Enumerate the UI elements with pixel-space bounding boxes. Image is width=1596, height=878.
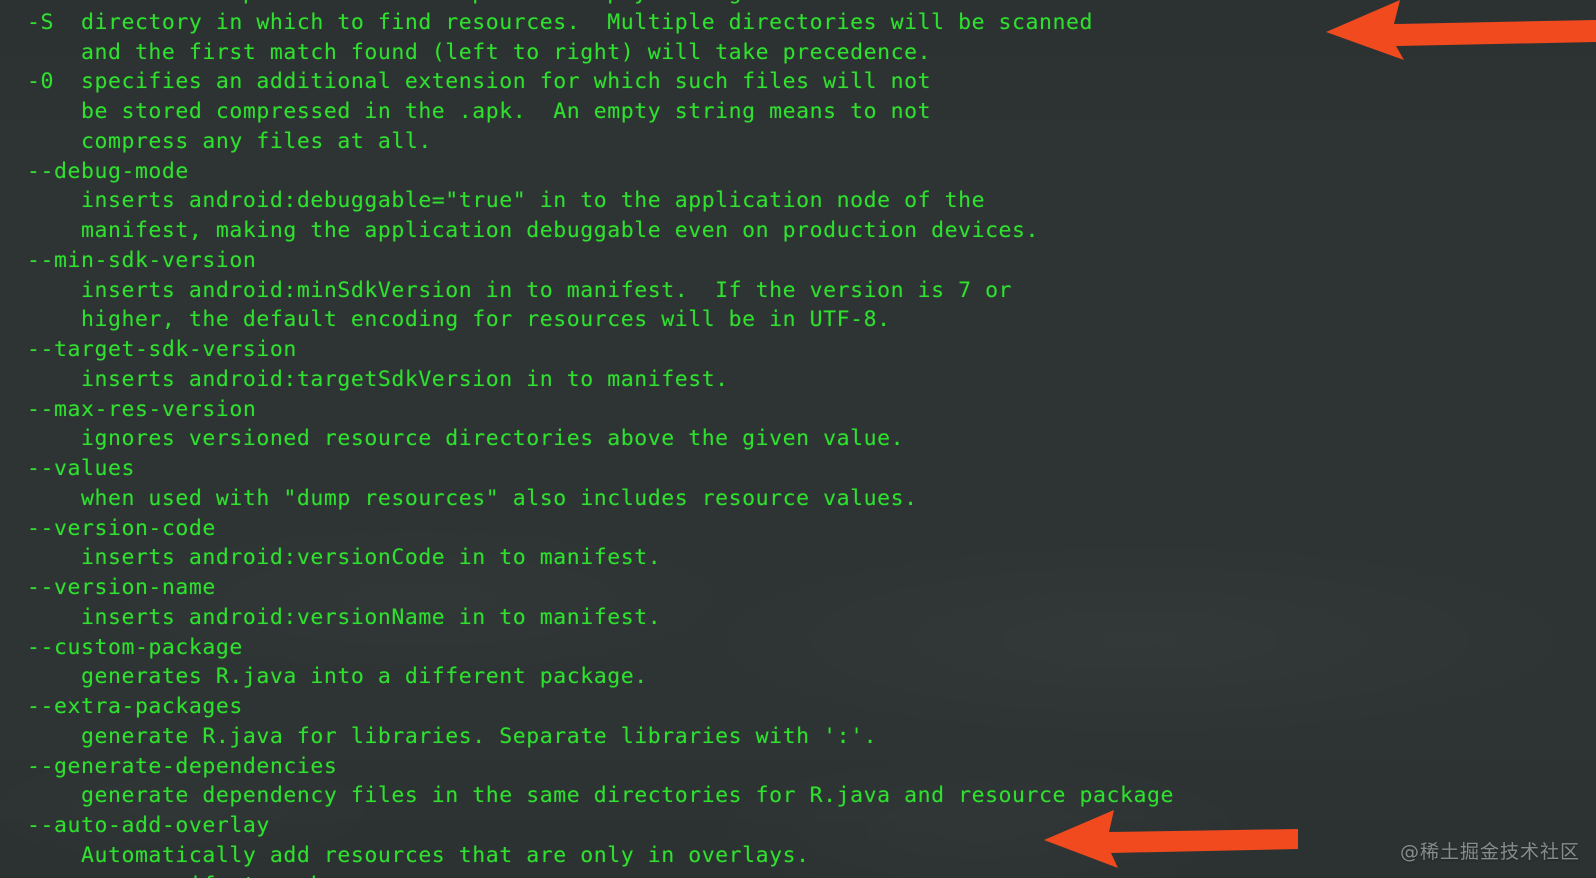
terminal-line: --rename-manifest-package [0, 871, 1596, 878]
terminal-line: generate R.java for libraries. Separate … [0, 723, 878, 749]
terminal-line: when used with "dump resources" also inc… [0, 485, 918, 511]
watermark: @稀土掘金技术社区 [1399, 841, 1580, 864]
terminal-line: inserts android:debuggable="true" in to … [0, 188, 986, 214]
terminal-line: --max-res-version [0, 396, 257, 422]
terminal-line: --extra-packages [0, 694, 243, 719]
terminal-line: --generate-dependencies [0, 753, 338, 779]
terminal-output: be stored compressed in the .apk. An emp… [0, 0, 1596, 878]
terminal-line: --target-sdk-version [0, 337, 297, 362]
terminal-line: manifest, making the application debugga… [0, 218, 1040, 243]
terminal-line: Automatically add resources that are onl… [0, 842, 810, 868]
terminal-line: generate dependency files in the same di… [0, 783, 1174, 809]
terminal-line: generates R.java into a different packag… [0, 664, 648, 690]
terminal-line: ignores versioned resource directories a… [0, 426, 905, 452]
terminal-line: inserts android:targetSdkVersion in to m… [0, 366, 729, 392]
terminal-line: higher, the default encoding for resourc… [0, 307, 891, 333]
terminal-window[interactable]: be stored compressed in the .apk. An emp… [0, 0, 1596, 878]
terminal-line: compress any files at all. [0, 128, 432, 154]
terminal-line: -0 specifies an additional extension for… [0, 69, 932, 95]
terminal-line: --auto-add-overlay [0, 813, 270, 838]
terminal-line: inserts android:versionName in to manife… [0, 604, 662, 630]
terminal-line: be stored compressed in the .apk. An emp… [0, 0, 1596, 8]
terminal-line: --debug-mode [0, 158, 189, 184]
terminal-line: inserts android:versionCode in to manife… [0, 545, 662, 571]
terminal-line: --version-code [0, 515, 216, 541]
terminal-line: -S directory in which to find resources.… [0, 9, 1094, 35]
terminal-line: --values [0, 456, 135, 481]
terminal-line: --min-sdk-version [0, 247, 257, 273]
terminal-line: --custom-package [0, 634, 243, 660]
terminal-line: --version-name [0, 575, 216, 600]
terminal-line: be stored compressed in the .apk. An emp… [0, 99, 932, 124]
terminal-line: and the first match found (left to right… [0, 39, 932, 65]
terminal-line: inserts android:minSdkVersion in to mani… [0, 277, 1013, 303]
